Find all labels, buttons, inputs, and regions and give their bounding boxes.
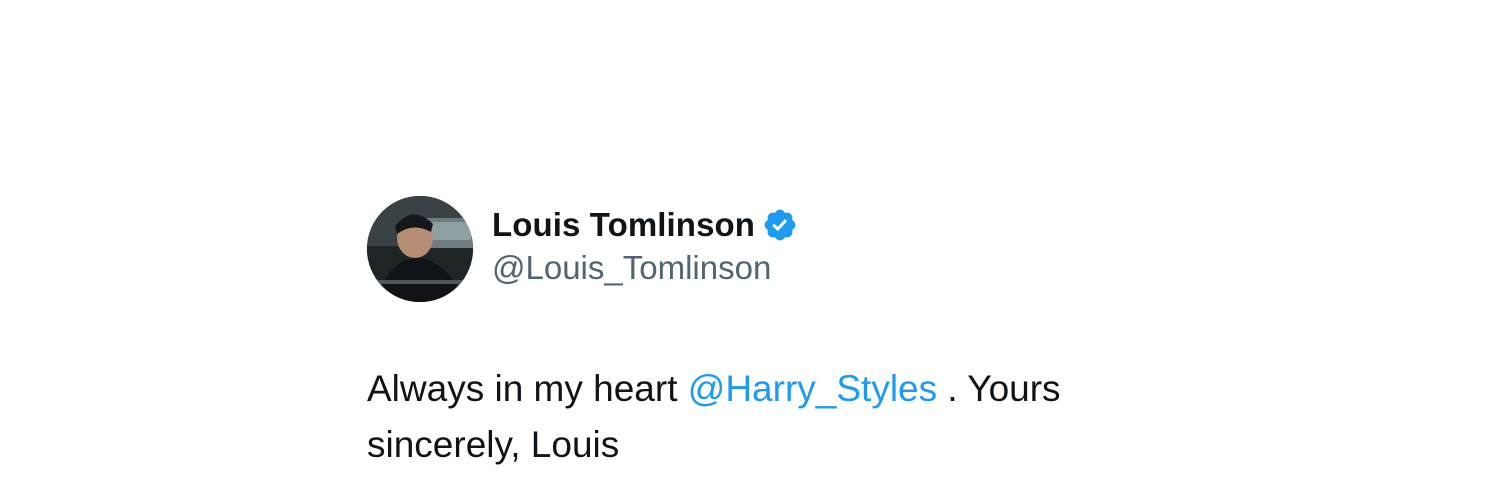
author-names: Louis Tomlinson @Louis_Tomlinson [492, 203, 798, 287]
tweet-text-prefix: Always in my heart [367, 368, 688, 409]
user-handle[interactable]: @Louis_Tomlinson [492, 249, 798, 287]
mention-link[interactable]: @Harry_Styles [688, 368, 937, 409]
tweet-text: Always in my heart @Harry_Styles . Yours… [367, 361, 1147, 473]
avatar[interactable] [367, 196, 473, 302]
tweet-header: Louis Tomlinson @Louis_Tomlinson [367, 196, 1167, 302]
tweet-screenshot: Louis Tomlinson @Louis_Tomlinson Always … [0, 0, 1500, 499]
tweet-card: Louis Tomlinson @Louis_Tomlinson Always … [367, 196, 1167, 473]
display-name[interactable]: Louis Tomlinson [492, 206, 755, 244]
verified-badge-icon [762, 207, 798, 243]
display-name-row: Louis Tomlinson [492, 203, 798, 247]
